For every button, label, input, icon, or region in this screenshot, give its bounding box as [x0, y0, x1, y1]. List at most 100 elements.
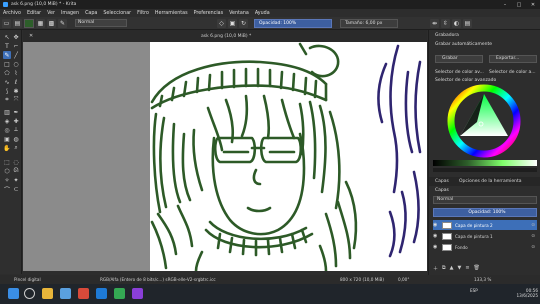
color-picker-icon[interactable]: ✒: [12, 108, 20, 116]
layers-blend-select[interactable]: Normal: [433, 196, 537, 204]
layer-lock-icon[interactable]: ⊙: [531, 234, 537, 239]
smart-patch-icon[interactable]: ✚: [12, 117, 20, 125]
app-icon[interactable]: [60, 288, 71, 299]
fill-tool-icon[interactable]: ◈: [3, 117, 11, 125]
bezier-tool-icon[interactable]: ∿: [3, 78, 11, 86]
selector-tab-1[interactable]: Selector de color av...: [435, 70, 484, 75]
freehand-path-icon[interactable]: ℓ: [12, 78, 20, 86]
wrap-around-icon[interactable]: ◐: [452, 18, 461, 28]
close-button[interactable]: ✕: [526, 2, 540, 8]
eraser-icon[interactable]: ◇: [217, 18, 226, 28]
move-layer-down-icon[interactable]: ▼: [457, 265, 461, 272]
color-shade-strip[interactable]: [433, 168, 537, 172]
chrome-icon[interactable]: [114, 288, 125, 299]
app-icon[interactable]: [78, 288, 89, 299]
duplicate-layer-icon[interactable]: ⧉: [442, 265, 446, 272]
line-tool-icon[interactable]: ╱: [12, 51, 20, 59]
preserve-alpha-icon[interactable]: ▣: [228, 18, 237, 28]
gradient-tool-icon[interactable]: ▥: [3, 108, 11, 116]
pan-tool-icon[interactable]: ✋: [3, 144, 11, 152]
pattern-icon[interactable]: ▩: [47, 18, 56, 28]
eye-icon[interactable]: ◉: [433, 222, 439, 228]
reference-tool-icon[interactable]: ▣: [3, 135, 11, 143]
brush-size-slider[interactable]: Tamaño: 6,00 px: [340, 18, 398, 28]
bezier-select-icon[interactable]: ⌒: [3, 185, 11, 194]
edit-shapes-icon[interactable]: ⌐: [12, 42, 20, 50]
layer-lock-icon[interactable]: ⊙: [531, 245, 537, 250]
record-button[interactable]: Grabar: [435, 55, 483, 63]
edge-icon[interactable]: [96, 288, 107, 299]
freehand-select-icon[interactable]: ᘏ: [12, 167, 20, 175]
status-zoom[interactable]: 133,3 %: [474, 277, 491, 282]
zoom-tool-icon[interactable]: ⌕: [12, 144, 20, 152]
blend-mode-select[interactable]: Normal: [75, 19, 127, 27]
menu-preferencias[interactable]: Preferencias: [194, 11, 224, 16]
tab-layers[interactable]: Capas: [435, 179, 449, 184]
multibrush-icon[interactable]: ✱: [12, 87, 20, 95]
krita-icon[interactable]: [132, 288, 143, 299]
layer-properties-icon[interactable]: ≡: [465, 265, 469, 272]
move-tool-icon[interactable]: ✥: [12, 33, 20, 41]
ellipse-select-icon[interactable]: ◌: [12, 158, 20, 166]
close-document-icon[interactable]: ✕: [29, 33, 33, 39]
magnetic-select-icon[interactable]: ⊂: [12, 185, 20, 193]
drawing-canvas[interactable]: [150, 42, 427, 271]
menu-ver[interactable]: Ver: [47, 11, 55, 16]
contiguous-select-icon[interactable]: ✧: [3, 176, 11, 184]
clock[interactable]: 00:56 13/6/2025: [498, 288, 538, 298]
menu-ayuda[interactable]: Ayuda: [255, 11, 270, 16]
canvas-area[interactable]: [23, 42, 427, 271]
dynamic-brush-icon[interactable]: ⟆: [3, 87, 11, 95]
status-brush[interactable]: Pincel digital: [14, 277, 41, 282]
menu-herramientas[interactable]: Herramientas: [155, 11, 188, 16]
menu-ventana[interactable]: Ventana: [229, 11, 249, 16]
measure-tool-icon[interactable]: ⟂: [12, 126, 20, 134]
crop-tool-icon[interactable]: ⌗: [3, 96, 11, 104]
menu-capa[interactable]: Capa: [85, 11, 97, 16]
eye-icon[interactable]: ◉: [433, 233, 439, 239]
transform-icon[interactable]: ⤧: [12, 96, 20, 104]
colorize-mask-icon[interactable]: ◍: [12, 135, 20, 143]
move-layer-up-icon[interactable]: ▲: [450, 265, 454, 272]
color-history-strip[interactable]: [433, 160, 537, 166]
selector-tab-2[interactable]: Selector de color a...: [489, 70, 536, 75]
similar-select-icon[interactable]: ✦: [12, 176, 20, 184]
new-document-icon[interactable]: ▭: [2, 18, 11, 28]
rectangle-tool-icon[interactable]: □: [3, 60, 11, 68]
start-icon[interactable]: [8, 288, 19, 299]
layers-opacity-slider[interactable]: Opacidad: 100%: [433, 208, 537, 217]
transform-tool-icon[interactable]: ↖: [3, 33, 11, 41]
menu-filtro[interactable]: Filtro: [137, 11, 149, 16]
mirror-horizontal-icon[interactable]: ⇹: [430, 18, 439, 28]
workspace-icon[interactable]: ▤: [463, 18, 472, 28]
polygon-tool-icon[interactable]: ⬠: [3, 69, 11, 77]
rect-select-icon[interactable]: ⬚: [3, 158, 11, 166]
eye-icon[interactable]: ◉: [433, 244, 439, 250]
status-rotation[interactable]: 0,00°: [398, 277, 409, 282]
brush-preset-icon[interactable]: ✎: [58, 18, 67, 28]
text-tool-icon[interactable]: T: [3, 42, 11, 50]
polyline-tool-icon[interactable]: ⌇: [12, 69, 20, 77]
reload-preset-icon[interactable]: ↻: [239, 18, 248, 28]
menu-imagen[interactable]: Imagen: [61, 11, 79, 16]
maximize-button[interactable]: □: [512, 2, 526, 8]
tab-tool-options[interactable]: Opciones de la herramienta: [459, 179, 522, 184]
layer-row[interactable]: ◉ Capa de pintura 2 ⊙: [433, 220, 537, 230]
menu-archivo[interactable]: Archivo: [3, 11, 21, 16]
open-document-icon[interactable]: ▤: [13, 18, 22, 28]
layer-lock-icon[interactable]: ⊙: [531, 223, 537, 228]
opacity-slider[interactable]: Opacidad: 100%: [254, 18, 332, 28]
menu-seleccionar[interactable]: Seleccionar: [103, 11, 131, 16]
search-icon[interactable]: [24, 288, 35, 299]
color-wheel[interactable]: [447, 84, 521, 158]
add-layer-icon[interactable]: ＋: [433, 265, 438, 272]
export-button[interactable]: Exportar...: [489, 55, 537, 63]
layer-row[interactable]: ◉ Fondo ⊙: [433, 242, 537, 252]
ellipse-tool-icon[interactable]: ○: [12, 60, 20, 68]
foreground-color-swatch[interactable]: [24, 18, 34, 28]
layer-row[interactable]: ◉ Capa de pintura 1 ⊙: [433, 231, 537, 241]
auto-record-checkbox[interactable]: Grabar automáticamente: [435, 42, 492, 47]
file-explorer-icon[interactable]: [42, 288, 53, 299]
mirror-vertical-icon[interactable]: ⇳: [441, 18, 450, 28]
gradient-icon[interactable]: ▦: [36, 18, 45, 28]
